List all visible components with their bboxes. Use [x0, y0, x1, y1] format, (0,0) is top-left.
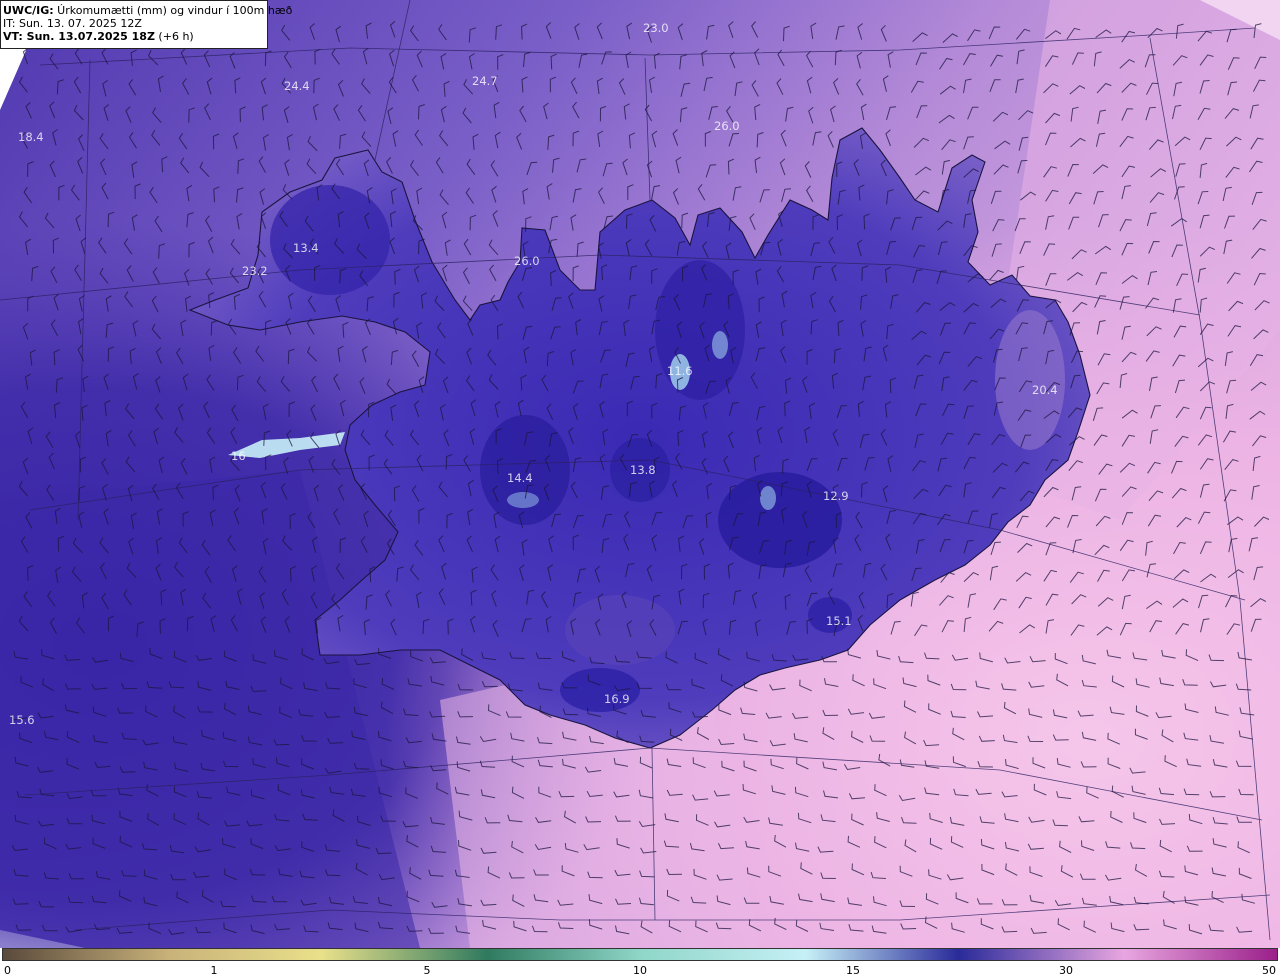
colorbar-legend: 0 1 5 10 15 30 50: [0, 948, 1280, 978]
colorbar-tick: 15: [846, 964, 860, 977]
map-label: 16.9: [604, 692, 630, 706]
map-label: 12.9: [823, 489, 849, 503]
map-label: 26.0: [514, 254, 540, 268]
map-label: 24.4: [284, 79, 310, 93]
map-label: 16: [231, 449, 246, 463]
map-label: 23.2: [242, 264, 268, 278]
init-time: IT: Sun. 13. 07. 2025 12Z: [3, 17, 142, 30]
colorbar-tick: 30: [1059, 964, 1073, 977]
map-label: 23.0: [643, 21, 669, 35]
map-label: 26.0: [714, 119, 740, 133]
colorbar-tick: 0: [4, 964, 11, 977]
forecast-offset: (+6 h): [154, 30, 194, 43]
title-line: UWC/IG: Úrkomumætti (mm) og vindur í 100…: [3, 4, 292, 17]
map-label: 18.4: [18, 130, 44, 144]
map-label: 14.4: [507, 471, 533, 485]
colorbar-tick: 1: [210, 964, 218, 977]
title-description: Úrkomumætti (mm) og vindur í 100m hæð: [53, 4, 293, 17]
map-label: 13.4: [293, 241, 319, 255]
map-label: 24.7: [472, 74, 498, 88]
title-model: UWC/IG:: [3, 4, 54, 17]
valid-time-line: VT: Sun. 13.07.2025 18Z (+6 h): [3, 30, 267, 43]
map-label: 20.4: [1032, 383, 1058, 397]
weather-map-page: 23.0 24.4 24.7 26.0 18.4 13.4 23.2 26.0 …: [0, 0, 1280, 978]
colorbar-tick: 10: [633, 964, 647, 977]
map-label: 11.6: [667, 364, 693, 378]
map-label: 15.1: [826, 614, 852, 628]
map-label: 13.8: [630, 463, 656, 477]
precipitation-map[interactable]: 23.0 24.4 24.7 26.0 18.4 13.4 23.2 26.0 …: [0, 0, 1280, 948]
colorbar-tick: 50: [1262, 964, 1276, 977]
colorbar-scale: [2, 948, 1278, 961]
valid-time: VT: Sun. 13.07.2025 18Z: [3, 30, 155, 43]
map-label: 15.6: [9, 713, 35, 727]
map-title-box: UWC/IG: Úrkomumætti (mm) og vindur í 100…: [0, 0, 292, 49]
colorbar-tick: 5: [423, 964, 431, 977]
